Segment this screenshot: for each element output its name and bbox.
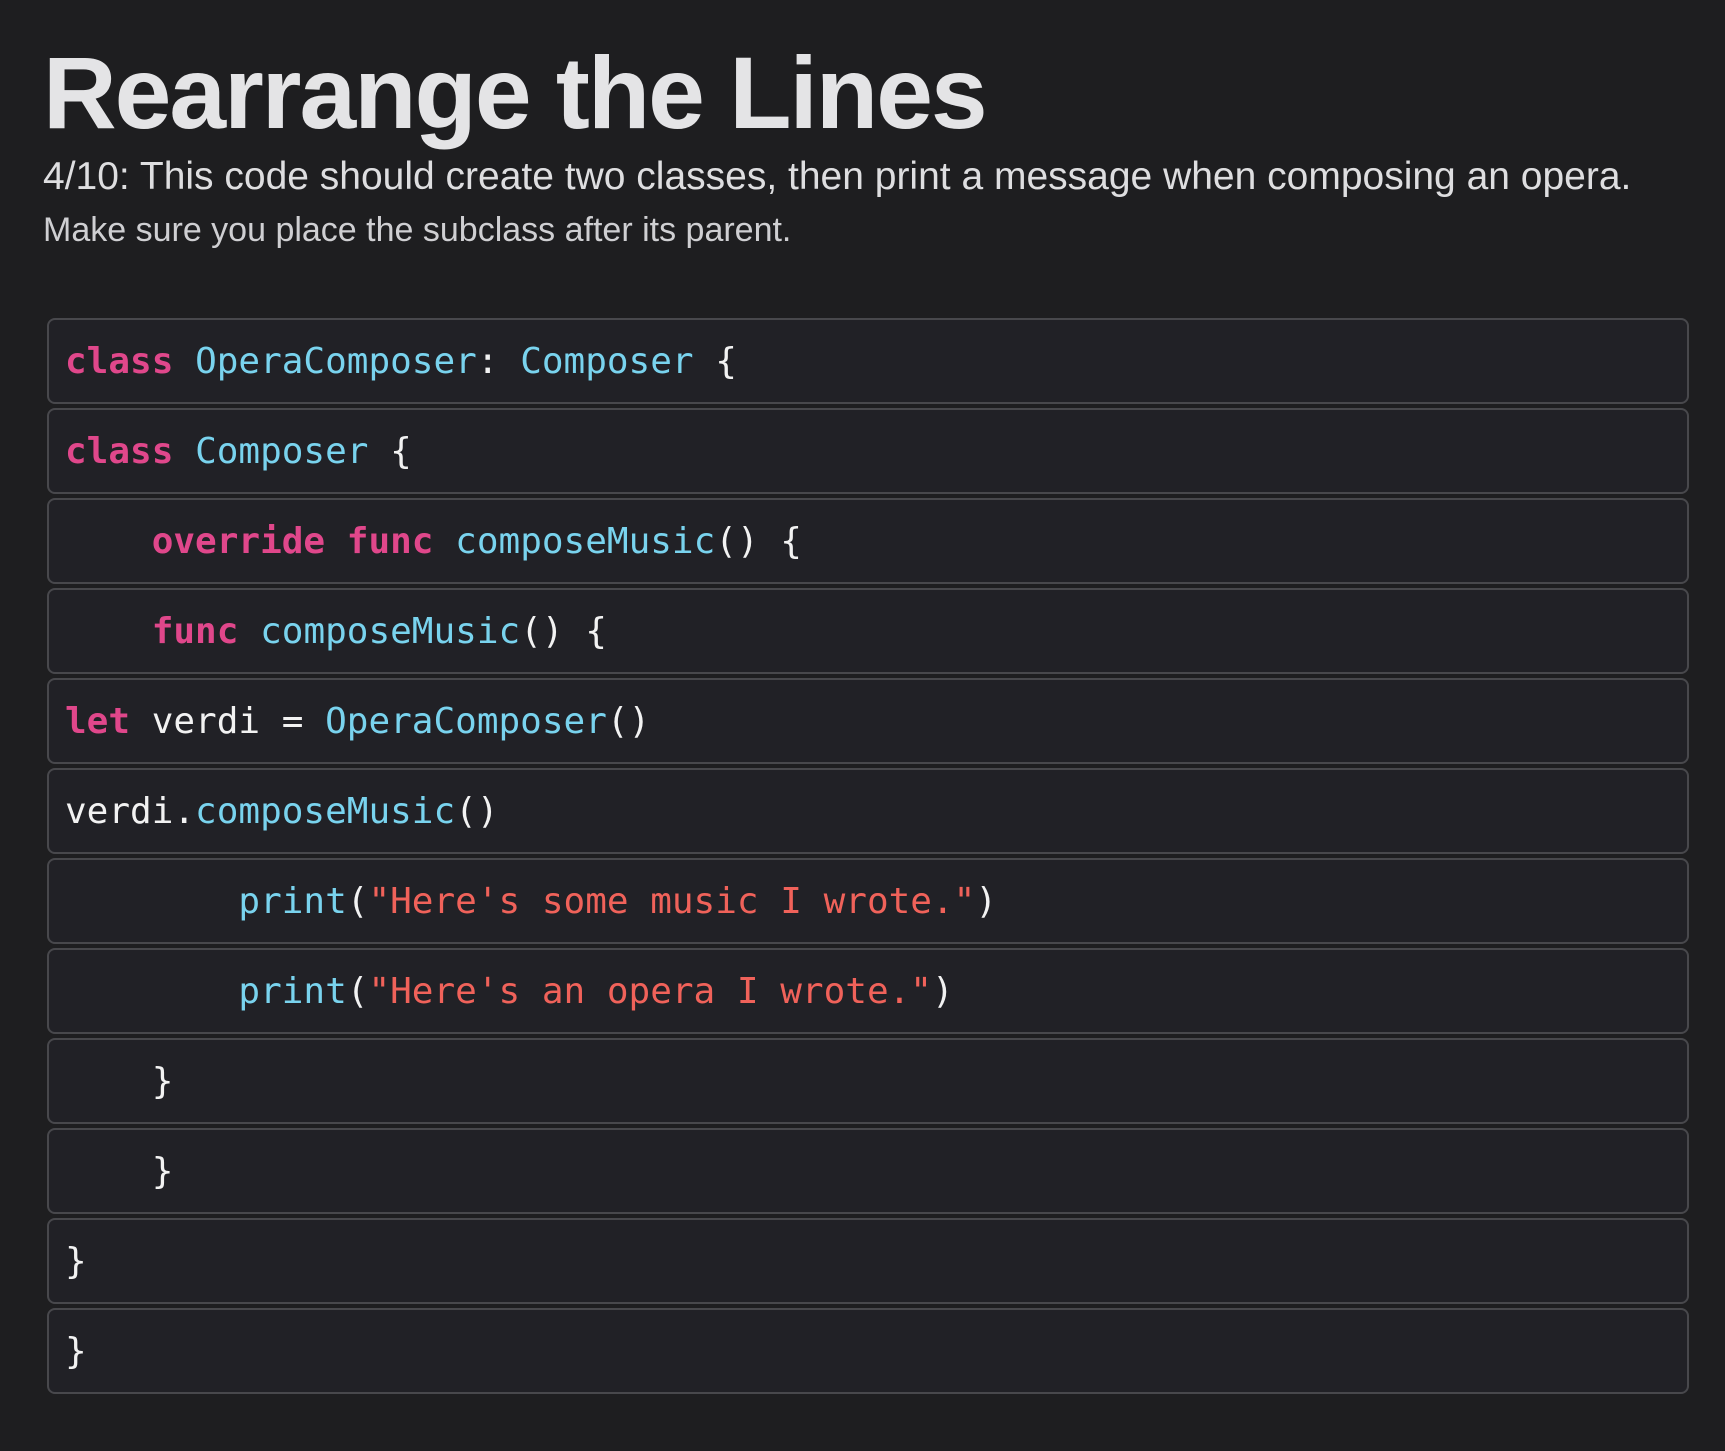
code-line-text: override func composeMusic() { bbox=[65, 521, 802, 562]
code-token-str: "Here's some music I wrote." bbox=[368, 880, 976, 922]
code-token-plain: () bbox=[455, 790, 499, 832]
code-token-type: OperaComposer bbox=[325, 700, 607, 742]
code-line-row[interactable]: class OperaComposer: Composer { bbox=[47, 318, 1689, 404]
code-token-plain: ) bbox=[975, 880, 998, 922]
code-token-type: OperaComposer bbox=[195, 340, 477, 382]
code-lines-list: class OperaComposer: Composer {class Com… bbox=[47, 318, 1689, 1398]
code-line-text: print("Here's some music I wrote.") bbox=[65, 881, 997, 922]
header: Rearrange the Lines 4/10: This code shou… bbox=[43, 38, 1693, 252]
code-token-plain: () bbox=[606, 700, 651, 742]
code-token-fn: composeMusic bbox=[455, 520, 716, 562]
code-token-plain: ( bbox=[346, 880, 369, 922]
code-line-text: class Composer { bbox=[65, 431, 412, 472]
code-token-kw: func bbox=[151, 610, 239, 652]
code-line-text: } bbox=[65, 1060, 174, 1102]
page-title: Rearrange the Lines bbox=[43, 36, 988, 150]
code-token-plain: ( bbox=[346, 970, 369, 1012]
code-token-fn: composeMusic bbox=[195, 790, 456, 832]
code-line-row[interactable]: func composeMusic() { bbox=[47, 588, 1689, 674]
code-token-kw: func bbox=[346, 520, 434, 562]
code-line-text: class OperaComposer: Composer { bbox=[65, 341, 737, 382]
code-token-fn: composeMusic bbox=[260, 610, 521, 652]
code-line-row[interactable]: } bbox=[47, 1038, 1689, 1124]
code-line-row[interactable]: verdi.composeMusic() bbox=[47, 768, 1689, 854]
code-line-text: func composeMusic() { bbox=[65, 611, 607, 652]
code-line-row[interactable]: override func composeMusic() { bbox=[47, 498, 1689, 584]
code-token-plain: } bbox=[65, 1150, 174, 1192]
code-line-row[interactable]: print("Here's some music I wrote.") bbox=[47, 858, 1689, 944]
code-line-row[interactable]: } bbox=[47, 1218, 1689, 1304]
code-token-plain: verdi = bbox=[130, 700, 326, 742]
code-token-type: Composer bbox=[195, 430, 369, 472]
code-token-kw: let bbox=[65, 700, 131, 742]
code-token-kw: override bbox=[151, 520, 326, 562]
code-token-plain: () { bbox=[520, 610, 607, 652]
code-token-plain: } bbox=[65, 1060, 174, 1102]
code-line-text: } bbox=[65, 1150, 174, 1192]
code-token-kw: class bbox=[65, 340, 174, 382]
code-token-plain: } bbox=[65, 1330, 87, 1372]
code-line-text: verdi.composeMusic() bbox=[65, 791, 499, 832]
code-line-text: } bbox=[65, 1241, 87, 1282]
code-token-plain: verdi. bbox=[65, 790, 196, 832]
code-token-plain: () { bbox=[715, 520, 802, 562]
code-line-row[interactable]: print("Here's an opera I wrote.") bbox=[47, 948, 1689, 1034]
question-prompt: 4/10: This code should create two classe… bbox=[43, 155, 1632, 198]
code-line-row[interactable]: } bbox=[47, 1128, 1689, 1214]
code-line-row[interactable]: class Composer { bbox=[47, 408, 1689, 494]
code-token-plain: { bbox=[693, 340, 737, 382]
code-token-fn: print bbox=[238, 880, 347, 922]
code-token-str: "Here's an opera I wrote." bbox=[368, 970, 932, 1012]
code-token-type: Composer bbox=[520, 340, 694, 382]
code-token-plain: ) bbox=[931, 970, 954, 1012]
code-token-plain: : bbox=[476, 340, 521, 382]
code-line-text: let verdi = OperaComposer() bbox=[65, 701, 650, 742]
code-token-plain: { bbox=[368, 430, 412, 472]
code-line-text: } bbox=[65, 1331, 87, 1372]
question-hint: Make sure you place the subclass after i… bbox=[43, 211, 792, 249]
code-token-kw: class bbox=[65, 430, 174, 472]
code-line-text: print("Here's an opera I wrote.") bbox=[65, 970, 954, 1012]
code-token-plain: } bbox=[65, 1240, 87, 1282]
code-token-fn: print bbox=[238, 970, 347, 1012]
code-line-row[interactable]: } bbox=[47, 1308, 1689, 1394]
code-line-row[interactable]: let verdi = OperaComposer() bbox=[47, 678, 1689, 764]
